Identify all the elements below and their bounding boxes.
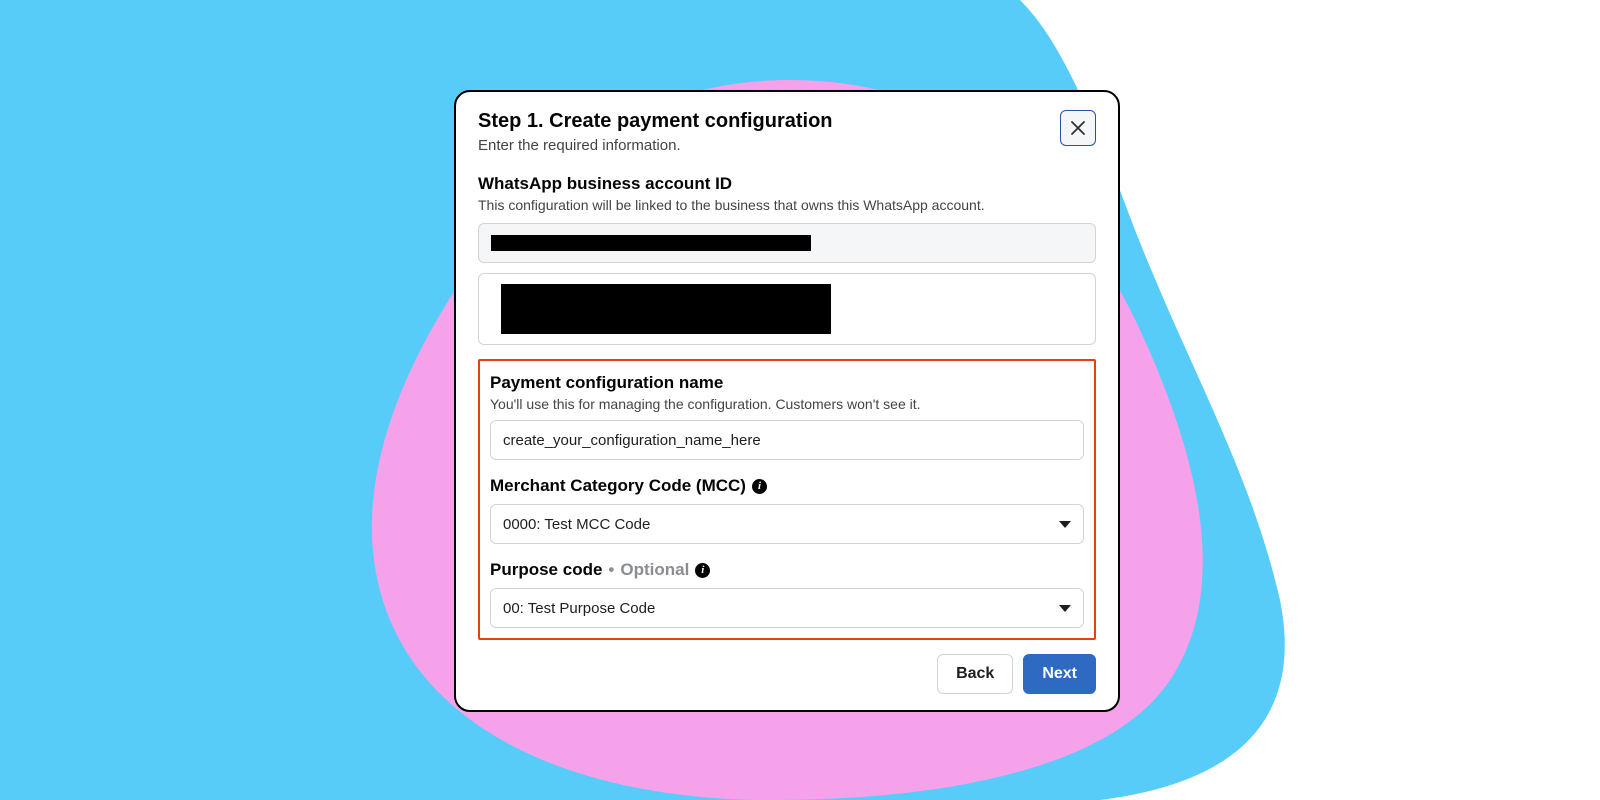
purpose-value: 00: Test Purpose Code — [503, 600, 655, 617]
dialog-header: Step 1. Create payment configuration Ent… — [478, 110, 1096, 154]
close-icon — [1070, 120, 1086, 136]
mcc-value: 0000: Test MCC Code — [503, 516, 650, 533]
separator-dot: • — [608, 560, 614, 580]
caret-down-icon — [1059, 521, 1071, 528]
purpose-select[interactable]: 00: Test Purpose Code — [490, 588, 1084, 628]
account-id-input[interactable] — [478, 223, 1096, 263]
caret-down-icon — [1059, 605, 1071, 612]
redacted-account-id — [491, 235, 811, 251]
canvas: Step 1. Create payment configuration Ent… — [0, 0, 1600, 800]
config-name-label: Payment configuration name — [490, 373, 1084, 393]
account-card[interactable] — [478, 273, 1096, 345]
mcc-label: Merchant Category Code (MCC) — [490, 476, 746, 496]
optional-tag: Optional — [620, 560, 689, 580]
dialog-footer: Back Next — [478, 640, 1096, 694]
mcc-field: Merchant Category Code (MCC) i 0000: Tes… — [490, 476, 1084, 544]
close-button[interactable] — [1060, 110, 1096, 146]
redacted-account-info — [501, 284, 831, 334]
config-name-desc: You'll use this for managing the configu… — [490, 396, 1084, 412]
account-id-label: WhatsApp business account ID — [478, 174, 1096, 194]
account-id-desc: This configuration will be linked to the… — [478, 197, 1096, 213]
info-icon[interactable]: i — [695, 563, 710, 578]
dialog-title: Step 1. Create payment configuration — [478, 110, 833, 133]
purpose-label-row: Purpose code • Optional i — [490, 560, 1084, 580]
back-button[interactable]: Back — [937, 654, 1013, 694]
mcc-select[interactable]: 0000: Test MCC Code — [490, 504, 1084, 544]
mcc-label-row: Merchant Category Code (MCC) i — [490, 476, 1084, 496]
highlighted-config-region: Payment configuration name You'll use th… — [478, 359, 1096, 640]
payment-config-dialog: Step 1. Create payment configuration Ent… — [454, 90, 1120, 712]
next-button[interactable]: Next — [1023, 654, 1096, 694]
config-name-field: Payment configuration name You'll use th… — [490, 373, 1084, 460]
account-id-section: WhatsApp business account ID This config… — [478, 174, 1096, 345]
config-name-input[interactable] — [490, 420, 1084, 460]
dialog-subtitle: Enter the required information. — [478, 137, 833, 154]
dialog-heading-group: Step 1. Create payment configuration Ent… — [478, 110, 833, 154]
purpose-label: Purpose code — [490, 560, 602, 580]
info-icon[interactable]: i — [752, 479, 767, 494]
purpose-field: Purpose code • Optional i 00: Test Purpo… — [490, 560, 1084, 628]
